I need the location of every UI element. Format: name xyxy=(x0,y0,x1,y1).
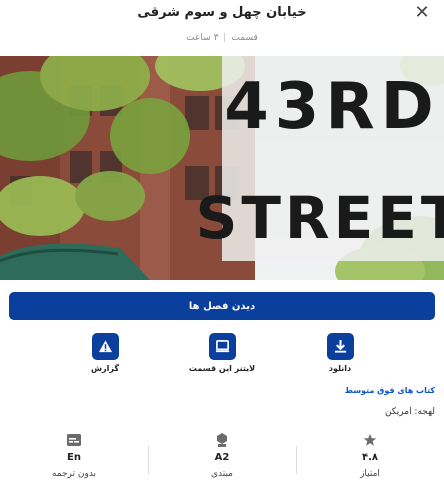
subtitle-value: En xyxy=(67,452,81,463)
star-icon xyxy=(296,432,444,448)
laptop-icon xyxy=(208,333,236,360)
level-icon xyxy=(148,432,296,448)
meta-divider xyxy=(224,33,226,42)
dialect-text: لهجه: امریکن xyxy=(384,407,435,417)
stats-row: ۴.۸ امتیاز A2 مبتدی En بدون ترجمه xyxy=(0,430,444,494)
meta-episodes: قسمت xyxy=(231,33,258,43)
episode-meta: قسمت ۳ ساعت xyxy=(0,33,444,43)
page-title: خیابان چهل و سوم شرقی xyxy=(137,5,307,20)
meta-duration: ۳ ساعت xyxy=(186,33,219,43)
download-label: دانلود xyxy=(328,364,352,373)
download-button[interactable]: دانلود xyxy=(300,333,380,373)
report-label: گزارش xyxy=(90,364,119,373)
header: خیابان چهل و سوم شرقی ✕ قسمت ۳ ساعت xyxy=(0,0,444,56)
rating-caption: امتیاز xyxy=(360,469,380,479)
cover-image: 43RD STREET xyxy=(0,56,444,280)
sign-line2: STREET xyxy=(196,184,444,252)
close-icon: ✕ xyxy=(414,2,430,23)
stat-rating: ۴.۸ امتیاز xyxy=(296,430,444,494)
close-button[interactable]: ✕ xyxy=(412,4,432,24)
level-caption: مبتدی xyxy=(210,469,234,479)
subtitle-caption: بدون ترجمه xyxy=(51,469,97,479)
leitner-label: لایتنر این قسمت xyxy=(188,364,256,373)
watch-seasons-button[interactable]: دیدن فصل ها xyxy=(9,292,435,320)
report-button[interactable]: گزارش xyxy=(65,333,145,373)
stat-level: A2 مبتدی xyxy=(148,430,296,494)
level-link[interactable]: کتاب های فوق متوسط xyxy=(345,386,435,395)
leitner-button[interactable]: لایتنر این قسمت xyxy=(182,333,262,373)
rating-value: ۴.۸ xyxy=(361,452,378,463)
stat-divider xyxy=(148,446,149,474)
warning-icon xyxy=(91,333,119,360)
level-value: A2 xyxy=(214,452,230,463)
subtitle-icon xyxy=(0,432,148,448)
stat-divider xyxy=(296,446,297,474)
download-icon xyxy=(326,333,354,360)
sign-line1: 43RD xyxy=(224,70,439,144)
stat-subtitle: En بدون ترجمه xyxy=(0,430,148,494)
